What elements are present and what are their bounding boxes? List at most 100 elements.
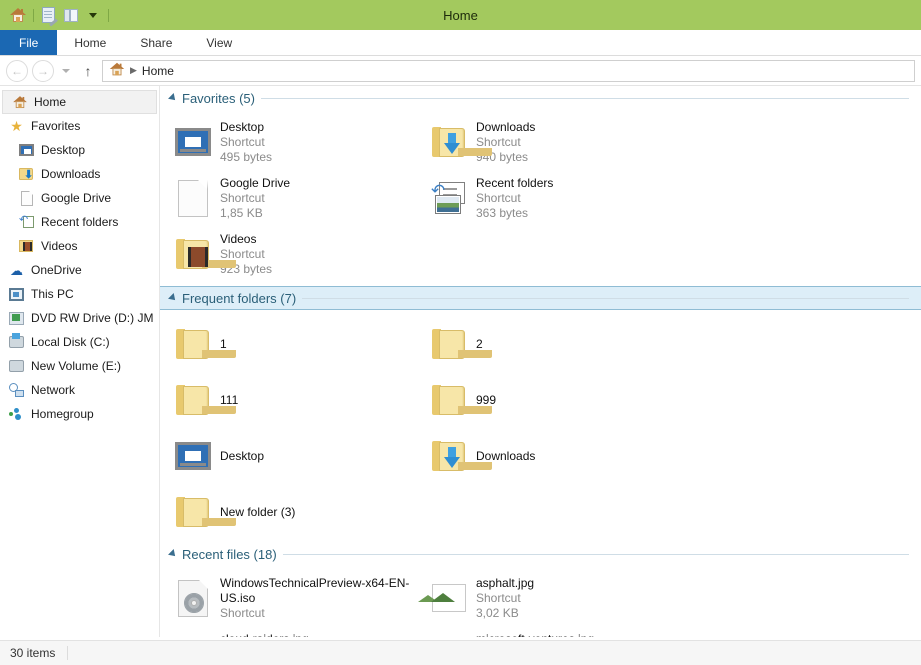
sidebar-item-google-drive[interactable]: Google Drive — [0, 186, 159, 210]
system-drive-icon — [8, 333, 25, 351]
sidebar-item-label: Home — [34, 95, 67, 109]
videos-folder-icon — [18, 238, 35, 255]
quick-access-toolbar — [0, 4, 113, 27]
list-item[interactable]: Downloads — [424, 428, 680, 484]
explorer-body: Home ★ Favorites Desktop ⬇ Downloads Goo… — [0, 86, 921, 637]
item-name: microsoft-ventures.jpg — [476, 632, 594, 637]
tab-share[interactable]: Share — [123, 30, 189, 55]
collapse-chevron-icon[interactable] — [168, 293, 178, 303]
sidebar-item-local-disk-c[interactable]: Local Disk (C:) — [0, 330, 159, 354]
sidebar-item-dvd-drive[interactable]: DVD RW Drive (D:) JM — [0, 306, 159, 330]
this-pc-icon — [8, 286, 25, 303]
customize-quick-access-toolbar-icon[interactable] — [82, 4, 104, 26]
sidebar-item-label: Google Drive — [41, 191, 112, 205]
sidebar-item-label: Local Disk (C:) — [31, 335, 110, 349]
item-name: Recent folders — [476, 176, 554, 190]
sidebar-item-recent-folders[interactable]: ↶ Recent folders — [0, 210, 159, 234]
recent-files-tiles: WindowsTechnicalPreview-x64-EN-US.iso Sh… — [160, 566, 921, 637]
group-rule — [302, 297, 909, 299]
sidebar-item-label: Network — [31, 383, 76, 397]
list-item[interactable]: Desktop — [168, 428, 424, 484]
sidebar-item-onedrive[interactable]: ☁ OneDrive — [0, 258, 159, 282]
list-item[interactable]: 111 — [168, 372, 424, 428]
folder-icon — [174, 321, 236, 367]
drive-icon — [8, 358, 25, 375]
star-icon: ★ — [10, 118, 23, 134]
group-header-recent-files[interactable]: Recent files (18) — [160, 542, 921, 566]
folder-icon — [174, 489, 236, 535]
sidebar-item-home[interactable]: Home — [2, 90, 157, 114]
breadcrumb-current[interactable]: Home — [142, 64, 174, 78]
desktop-icon — [18, 142, 35, 159]
favorites-tiles: Desktop Shortcut 495 bytes Downloads Sho… — [160, 110, 921, 286]
group-header-frequent-folders[interactable]: Frequent folders (7) — [160, 286, 921, 310]
toolbar-divider-2 — [108, 8, 109, 22]
sidebar-item-new-volume-e[interactable]: New Volume (E:) — [0, 354, 159, 378]
sidebar-item-label: This PC — [31, 287, 74, 301]
frequent-folders-tiles: 1 2 111 999 Desktop Downloads New folder… — [160, 310, 921, 542]
list-item[interactable]: 999 — [424, 372, 680, 428]
sidebar-item-label: DVD RW Drive (D:) JM — [31, 311, 154, 325]
tab-file[interactable]: File — [0, 30, 58, 55]
downloads-folder-icon — [430, 119, 492, 165]
list-item[interactable]: Downloads Shortcut 940 bytes — [424, 116, 680, 172]
folder-icon — [430, 321, 492, 367]
sidebar-item-label: Downloads — [41, 167, 101, 181]
list-item[interactable]: New folder (3) — [168, 484, 424, 540]
toolbar-divider — [33, 8, 34, 22]
new-folder-icon[interactable] — [60, 4, 82, 26]
content-pane: Favorites (5) Desktop Shortcut 495 bytes — [160, 86, 921, 637]
collapse-chevron-icon[interactable] — [168, 93, 178, 103]
list-item[interactable]: 2 — [424, 316, 680, 372]
title-bar: Home — [0, 0, 921, 30]
sidebar-item-downloads[interactable]: ⬇ Downloads — [0, 162, 159, 186]
group-header-favorites[interactable]: Favorites (5) — [160, 86, 921, 110]
folder-icon — [174, 377, 236, 423]
back-button[interactable]: ← — [6, 59, 28, 82]
list-item[interactable]: cloud-raiders.jpg Shortcut 2,99 KB — [168, 628, 424, 637]
item-name: Videos — [220, 232, 257, 246]
address-bar: ← → ↑ ▶ Home — [0, 56, 921, 86]
collapse-chevron-icon[interactable] — [168, 549, 178, 559]
sidebar-item-videos[interactable]: Videos — [0, 234, 159, 258]
breadcrumb-chevron-icon: ▶ — [130, 65, 137, 75]
list-item[interactable]: Google Drive Shortcut 1,85 KB — [168, 172, 424, 228]
home-icon[interactable] — [7, 4, 29, 26]
sidebar-item-label: Desktop — [41, 143, 86, 157]
sidebar-item-favorites[interactable]: ★ Favorites — [0, 114, 159, 138]
breadcrumb-home-icon[interactable] — [109, 62, 125, 80]
videos-folder-icon — [174, 231, 236, 277]
recent-folders-icon: ↶ — [18, 214, 35, 231]
ribbon-tab-bar: File Home Share View — [0, 30, 921, 56]
item-size: 1,85 KB — [220, 206, 263, 220]
item-name: cloud-raiders.jpg — [220, 632, 309, 637]
homegroup-icon — [8, 406, 25, 423]
forward-button[interactable]: → — [32, 59, 54, 82]
recent-locations-dropdown-icon[interactable] — [58, 68, 74, 73]
sidebar-item-label: Favorites — [31, 119, 81, 133]
list-item[interactable]: ↶ Recent folders Shortcut 363 bytes — [424, 172, 680, 228]
sidebar-item-desktop[interactable]: Desktop — [0, 138, 159, 162]
tab-home[interactable]: Home — [57, 30, 123, 55]
list-item[interactable]: Videos Shortcut 923 bytes — [168, 228, 424, 284]
breadcrumb[interactable]: ▶ Home — [102, 59, 915, 82]
tab-view[interactable]: View — [189, 30, 249, 55]
list-item[interactable]: WindowsTechnicalPreview-x64-EN-US.iso Sh… — [168, 572, 424, 628]
sidebar-item-network[interactable]: Network — [0, 378, 159, 402]
sidebar-item-label: OneDrive — [31, 263, 82, 277]
sidebar-item-label: Videos — [41, 239, 78, 253]
list-item[interactable]: Desktop Shortcut 495 bytes — [168, 116, 424, 172]
item-type: Shortcut — [476, 191, 521, 205]
sidebar-item-homegroup[interactable]: Homegroup — [0, 402, 159, 426]
properties-icon[interactable] — [38, 4, 60, 27]
sidebar-item-this-pc[interactable]: This PC — [0, 282, 159, 306]
item-size: 3,02 KB — [476, 606, 519, 620]
folder-icon — [430, 377, 492, 423]
list-item[interactable]: asphalt.jpg Shortcut 3,02 KB — [424, 572, 680, 628]
home-icon — [11, 94, 28, 111]
list-item[interactable]: microsoft-ventures.jpg Shortcut 3,06 KB — [424, 628, 680, 637]
list-item[interactable]: 1 — [168, 316, 424, 372]
item-name: WindowsTechnicalPreview-x64-EN-US.iso — [220, 576, 410, 605]
sidebar-item-label: Homegroup — [31, 407, 94, 421]
up-button[interactable]: ↑ — [77, 63, 99, 79]
